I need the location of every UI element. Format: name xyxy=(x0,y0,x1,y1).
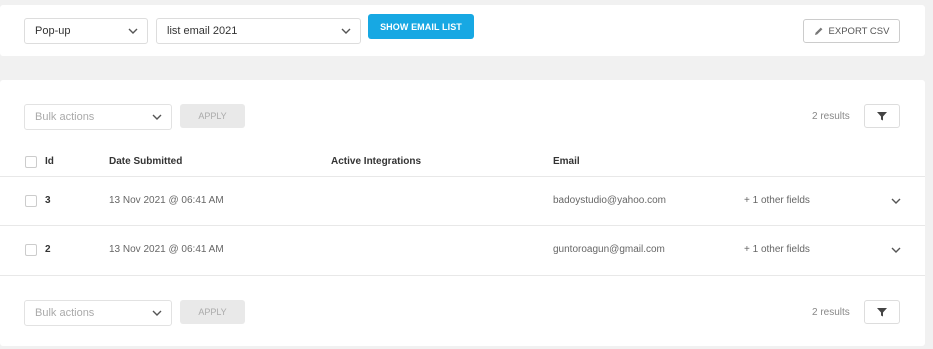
column-header-id[interactable]: Id xyxy=(45,156,54,167)
entry-other-fields: + 1 other fields xyxy=(744,244,810,255)
module-type-select[interactable]: Pop-up xyxy=(24,18,148,44)
results-count-top: 2 results xyxy=(812,111,850,122)
funnel-icon xyxy=(877,307,887,316)
chevron-down-icon[interactable] xyxy=(891,246,901,254)
apply-button-bottom[interactable]: APPLY xyxy=(180,300,245,324)
filter-button-bottom[interactable] xyxy=(864,300,900,324)
bulk-actions-select-top[interactable]: Bulk actions xyxy=(24,104,172,130)
column-header-date-submitted[interactable]: Date Submitted xyxy=(109,156,182,167)
entry-date: 13 Nov 2021 @ 06:41 AM xyxy=(109,244,224,255)
chevron-down-icon[interactable] xyxy=(891,197,901,205)
pencil-icon xyxy=(814,27,822,35)
divider xyxy=(0,225,925,226)
funnel-icon xyxy=(877,111,887,120)
bulk-actions-select-value: Bulk actions xyxy=(35,307,95,319)
entry-other-fields: + 1 other fields xyxy=(744,195,810,206)
filter-button-top[interactable] xyxy=(864,104,900,128)
chevron-down-icon xyxy=(341,28,351,34)
divider xyxy=(0,275,925,276)
module-type-select-value: Pop-up xyxy=(35,25,71,37)
chevron-down-icon xyxy=(152,310,162,316)
divider xyxy=(0,176,925,177)
email-list-select[interactable]: list email 2021 xyxy=(156,18,361,44)
entry-id: 3 xyxy=(45,195,51,206)
chevron-down-icon xyxy=(128,28,138,34)
results-count-bottom: 2 results xyxy=(812,307,850,318)
show-email-list-label: SHOW EMAIL LIST xyxy=(380,21,462,32)
apply-button-label: APPLY xyxy=(198,111,227,121)
apply-button-label: APPLY xyxy=(198,307,227,317)
entry-id: 2 xyxy=(45,244,51,255)
export-csv-button[interactable]: EXPORT CSV xyxy=(803,19,900,43)
column-header-active-integrations: Active Integrations xyxy=(331,156,422,167)
select-all-checkbox[interactable] xyxy=(25,156,37,168)
row-checkbox[interactable] xyxy=(25,244,37,256)
show-email-list-button[interactable]: SHOW EMAIL LIST xyxy=(368,14,474,39)
export-csv-label: EXPORT CSV xyxy=(828,25,890,37)
entry-date: 13 Nov 2021 @ 06:41 AM xyxy=(109,195,224,206)
chevron-down-icon xyxy=(152,114,162,120)
email-list-select-value: list email 2021 xyxy=(167,25,238,37)
bulk-actions-select-bottom[interactable]: Bulk actions xyxy=(24,300,172,326)
entry-email: badoystudio@yahoo.com xyxy=(553,195,666,206)
row-checkbox[interactable] xyxy=(25,195,37,207)
apply-button-top[interactable]: APPLY xyxy=(180,104,245,128)
entry-email: guntoroagun@gmail.com xyxy=(553,244,665,255)
column-header-email: Email xyxy=(553,156,580,167)
bulk-actions-select-value: Bulk actions xyxy=(35,111,95,123)
